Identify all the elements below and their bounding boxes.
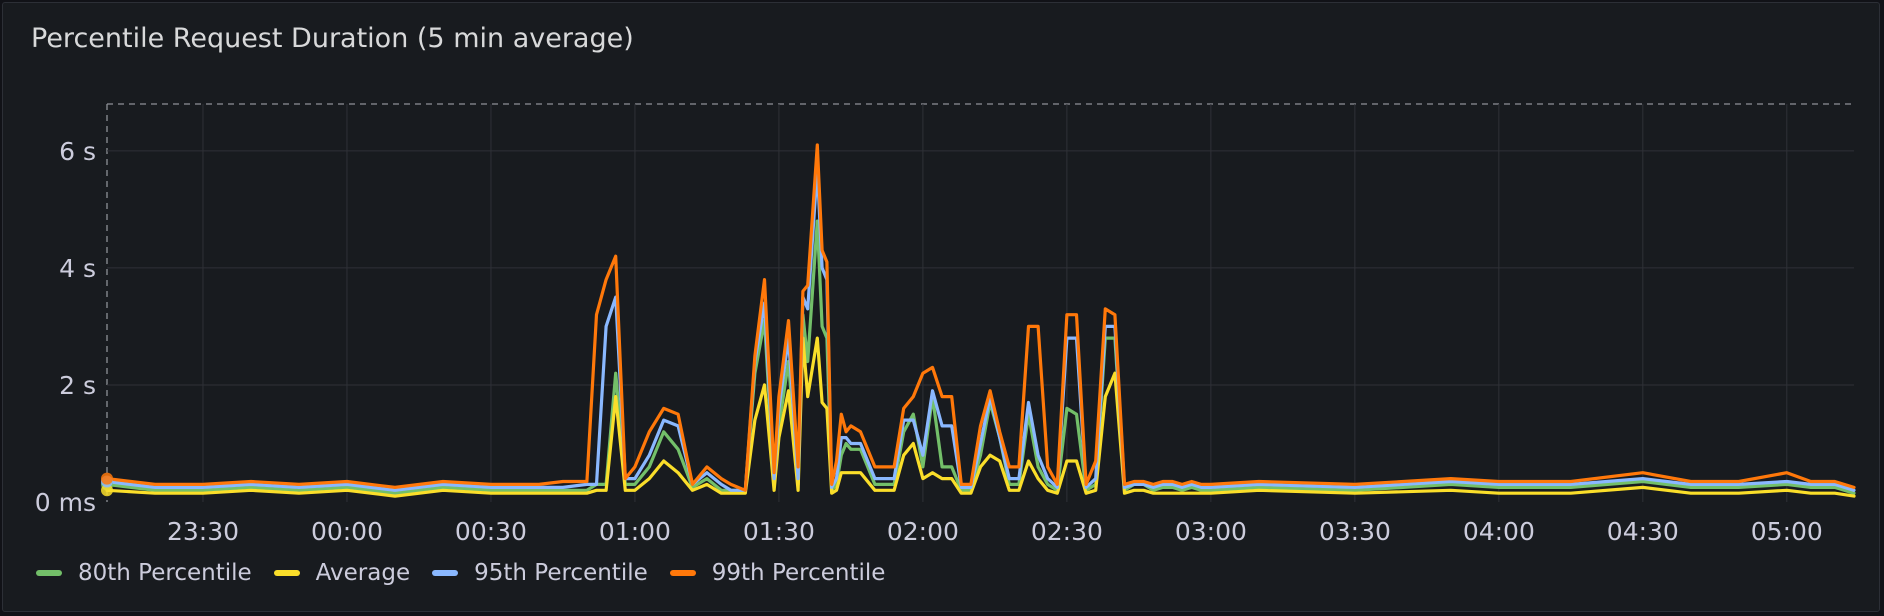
legend-swatch xyxy=(432,570,459,576)
x-tick-label: 02:00 xyxy=(887,517,959,546)
x-tick-label: 02:30 xyxy=(1031,517,1103,546)
x-tick-label: 03:00 xyxy=(1175,517,1247,546)
x-tick-label: 04:00 xyxy=(1463,517,1535,546)
legend-label: 80th Percentile xyxy=(78,560,252,586)
legend-label: Average xyxy=(315,560,411,586)
x-tick-label: 23:30 xyxy=(167,517,239,546)
legend-item-80th-percentile[interactable]: 80th Percentile xyxy=(36,560,252,586)
series-line-average[interactable] xyxy=(105,336,1856,498)
line-chart: 0 ms 2 s 4 s 6 s 23:30 00:00 00:30 01:00 01:30 0… xyxy=(35,103,1856,546)
legend-swatch xyxy=(273,570,300,576)
legend-swatch xyxy=(669,570,696,576)
x-axis: 23:30 00:00 00:30 01:00 01:30 02:00 02:30 03:00… xyxy=(167,517,1823,546)
legend-swatch xyxy=(36,570,62,576)
x-tick-label: 01:30 xyxy=(743,517,815,546)
x-tick-label: 05:00 xyxy=(1751,517,1823,546)
series-start-marker xyxy=(101,472,113,485)
y-tick-label: 4 s xyxy=(59,254,96,283)
legend-item-95th-percentile[interactable]: 95th Percentile xyxy=(432,560,648,586)
legend-item-99th-percentile[interactable]: 99th Percentile xyxy=(669,560,886,586)
start-markers xyxy=(101,472,113,497)
legend-item-average[interactable]: Average xyxy=(273,560,411,586)
x-tick-label: 00:00 xyxy=(311,517,383,546)
x-tick-label: 03:30 xyxy=(1319,517,1391,546)
x-tick-label: 01:00 xyxy=(599,517,671,546)
y-tick-label: 0 ms xyxy=(35,488,96,517)
legend-label: 95th Percentile xyxy=(474,560,648,586)
y-tick-label: 6 s xyxy=(59,137,96,166)
legend-label: 99th Percentile xyxy=(711,560,886,586)
y-axis: 0 ms 2 s 4 s 6 s xyxy=(35,137,96,517)
series-line-95th-percentile[interactable] xyxy=(105,166,1856,492)
series-lines[interactable] xyxy=(105,143,1856,498)
legend: 80th Percentile Average 95th Percentile … xyxy=(36,560,907,586)
y-tick-label: 2 s xyxy=(59,371,96,400)
series-line-80th-percentile[interactable] xyxy=(105,219,1856,495)
x-tick-label: 04:30 xyxy=(1607,517,1679,546)
x-tick-label: 00:30 xyxy=(455,517,527,546)
